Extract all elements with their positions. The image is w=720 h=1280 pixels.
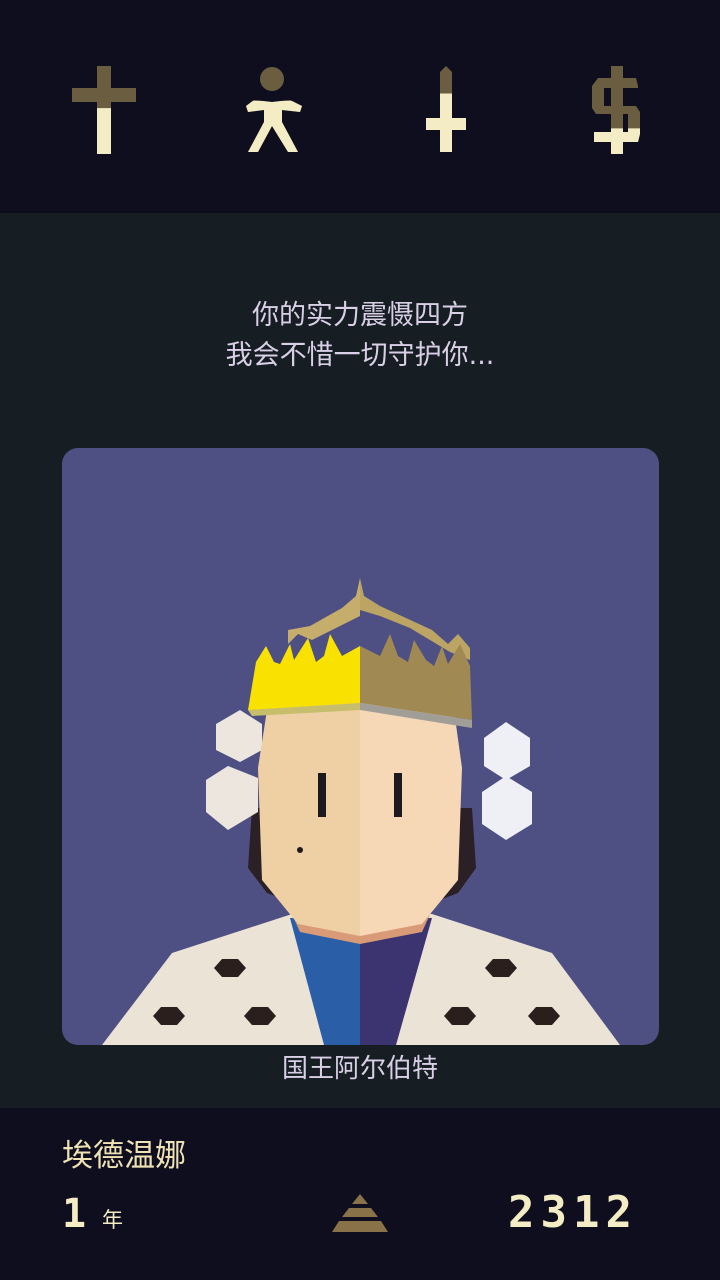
crown xyxy=(248,578,472,728)
stats-bar xyxy=(0,0,720,213)
right-eye xyxy=(394,773,402,817)
sword-icon xyxy=(426,66,466,152)
dialogue-line-2: 我会不惜一切守护你... xyxy=(225,340,495,371)
military-stat xyxy=(410,64,482,156)
people-stat xyxy=(238,64,310,156)
dialogue-text: 你的实力震慑四方 我会不惜一切守护你... xyxy=(0,296,720,376)
ruler-name: 埃德温娜 xyxy=(62,1138,186,1174)
reign-years-unit: 年 xyxy=(102,1208,123,1232)
pyramid-icon[interactable] xyxy=(331,1192,389,1236)
reign-years: 1 xyxy=(62,1191,87,1237)
face-right xyxy=(360,696,462,936)
face-left xyxy=(258,696,360,936)
character-card[interactable] xyxy=(62,448,659,1045)
dialogue-line-1: 你的实力震慑四方 xyxy=(252,300,468,331)
left-eye xyxy=(318,773,326,817)
current-year: 2312 xyxy=(508,1187,638,1238)
cross-icon xyxy=(72,66,136,154)
dollar-icon xyxy=(592,66,640,154)
money-stat xyxy=(582,64,654,156)
person-icon xyxy=(246,67,302,152)
character-name: 国王阿尔伯特 xyxy=(281,1054,438,1084)
beauty-mark xyxy=(297,847,303,853)
king-portrait xyxy=(102,578,620,1045)
religion-stat xyxy=(68,64,140,156)
